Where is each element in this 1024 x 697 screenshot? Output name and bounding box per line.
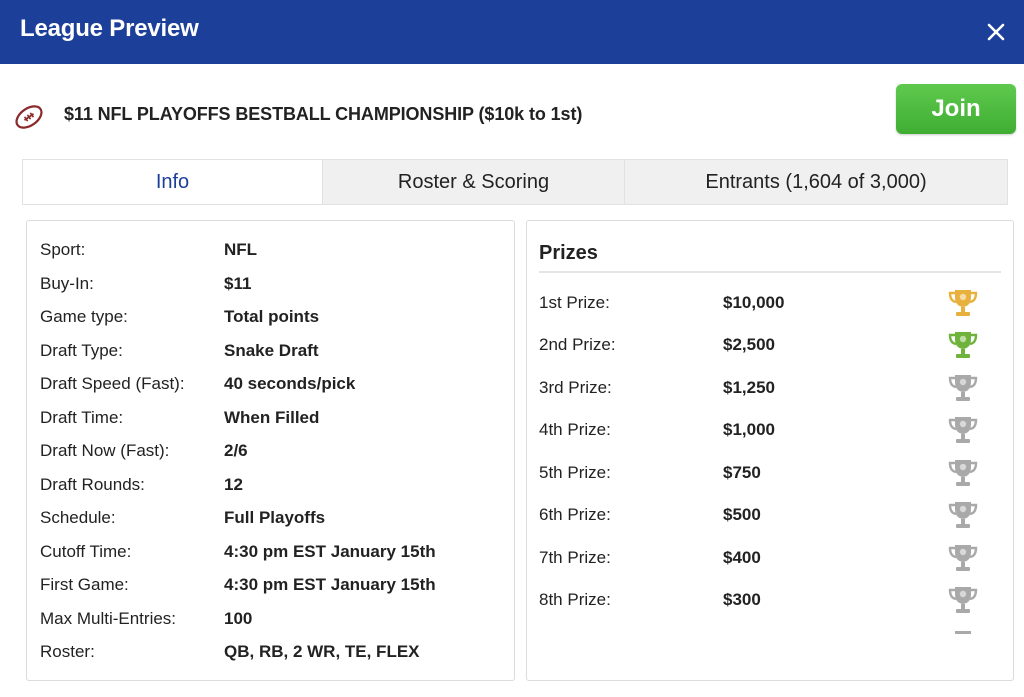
modal-header: League Preview <box>0 0 1024 64</box>
prize-row: 5th Prize: $750 <box>539 455 1001 491</box>
divider <box>539 271 1001 273</box>
trophy-silver-icon <box>948 545 978 571</box>
trophy-silver-icon <box>948 417 978 443</box>
prize-label: 1st Prize: <box>539 293 610 312</box>
info-value: 40 seconds/pick <box>224 374 356 393</box>
trophy-silver-icon <box>948 587 978 613</box>
prize-label: 6th Prize: <box>539 505 611 524</box>
info-label: Cutoff Time: <box>40 542 132 561</box>
prize-amount: $1,000 <box>723 420 775 439</box>
info-label: Game type: <box>40 307 128 326</box>
trophy-silver-icon <box>948 502 978 528</box>
prize-row: 7th Prize: $400 <box>539 540 1001 576</box>
info-value: QB, RB, 2 WR, TE, FLEX <box>224 642 420 661</box>
info-label: Buy-In: <box>40 274 94 293</box>
info-label: Draft Type: <box>40 341 123 360</box>
prize-amount: $1,250 <box>723 378 775 397</box>
info-value: $11 <box>224 274 252 293</box>
info-label: Max Multi-Entries: <box>40 609 177 628</box>
info-value: 4:30 pm EST January 15th <box>224 575 436 594</box>
info-label: First Game: <box>40 575 129 594</box>
info-value: 2/6 <box>224 441 248 460</box>
prize-amount: $750 <box>723 463 761 482</box>
prize-amount: $10,000 <box>723 293 785 312</box>
prize-label: 5th Prize: <box>539 463 611 482</box>
join-button[interactable]: Join <box>896 84 1016 134</box>
prize-amount: $2,500 <box>723 335 775 354</box>
prize-amount: $400 <box>723 548 761 567</box>
tab-bar: Info Roster & Scoring Entrants (1,604 of… <box>22 159 1008 205</box>
trophy-silver-icon <box>948 375 978 401</box>
info-value: When Filled <box>224 408 320 427</box>
info-label: Draft Rounds: <box>40 475 145 494</box>
prize-row: 4th Prize: $1,000 <box>539 412 1001 448</box>
info-value: 4:30 pm EST January 15th <box>224 542 436 561</box>
info-label: Draft Speed (Fast): <box>40 374 185 393</box>
prize-amount: $500 <box>723 505 761 524</box>
info-label: Roster: <box>40 642 95 661</box>
info-label: Schedule: <box>40 508 116 527</box>
info-value: Snake Draft <box>224 341 319 360</box>
info-value: NFL <box>224 240 258 259</box>
info-value: Total points <box>224 307 320 326</box>
trophy-silver-icon <box>948 460 978 486</box>
prize-row: 1st Prize: $10,000 <box>539 285 1001 321</box>
close-icon[interactable] <box>980 16 1012 48</box>
prize-label: 4th Prize: <box>539 420 611 439</box>
info-panel: Sport: NFL Buy-In: $11 Game type: Total … <box>26 220 515 681</box>
trophy-gold-icon <box>948 290 978 316</box>
modal-title: League Preview <box>20 15 199 42</box>
tab-roster-scoring[interactable]: Roster & Scoring <box>322 160 624 204</box>
prize-row: 8th Prize: $300 <box>539 582 1001 618</box>
prize-label: 8th Prize: <box>539 590 611 609</box>
prize-label: 7th Prize: <box>539 548 611 567</box>
info-label: Sport: <box>40 240 86 259</box>
prize-row: 2nd Prize: $2,500 <box>539 327 1001 363</box>
info-value: 12 <box>224 475 243 494</box>
football-icon <box>15 105 43 129</box>
prize-amount: $300 <box>723 590 761 609</box>
trophy-green-icon <box>948 332 978 358</box>
prizes-title: Prizes <box>539 242 598 264</box>
info-label: Draft Time: <box>40 408 124 427</box>
prizes-panel: Prizes 1st Prize: $10,000 2nd Prize: $2,… <box>526 220 1014 681</box>
prize-row: 6th Prize: $500 <box>539 497 1001 533</box>
league-name: $11 NFL PLAYOFFS BESTBALL CHAMPIONSHIP (… <box>64 104 583 124</box>
tab-entrants[interactable]: Entrants (1,604 of 3,000) <box>624 160 1007 204</box>
prize-row: 3rd Prize: $1,250 <box>539 370 1001 406</box>
prize-label: 2nd Prize: <box>539 335 616 354</box>
tab-info[interactable]: Info <box>23 160 322 204</box>
info-value: 100 <box>224 609 253 628</box>
info-label: Draft Now (Fast): <box>40 441 170 460</box>
trophy-partial-icon <box>945 626 981 634</box>
prize-label: 3rd Prize: <box>539 378 612 397</box>
info-value: Full Playoffs <box>224 508 326 527</box>
